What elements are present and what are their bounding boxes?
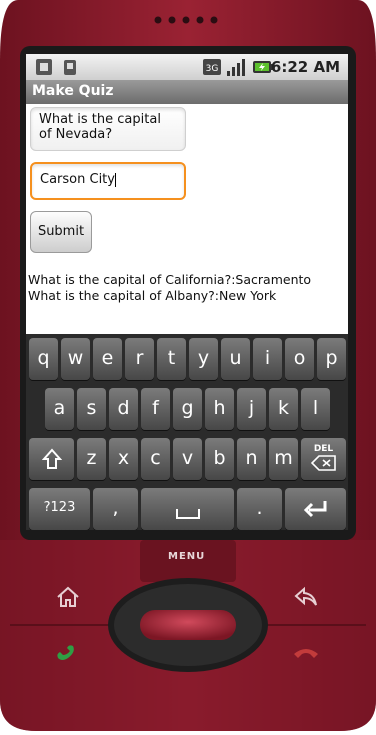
- svg-text:3G: 3G: [206, 64, 219, 74]
- key-i[interactable]: i: [253, 338, 282, 380]
- key-q[interactable]: q: [29, 338, 58, 380]
- back-icon: [294, 586, 317, 606]
- key-z[interactable]: z: [77, 438, 106, 480]
- key-x[interactable]: x: [109, 438, 138, 480]
- signal-strength-icon: [227, 59, 245, 76]
- end-call-button[interactable]: [292, 642, 320, 664]
- status-bar: 3G 6:22 AM: [26, 54, 348, 80]
- menu-button[interactable]: MENU: [168, 551, 205, 562]
- key-g[interactable]: g: [173, 388, 202, 430]
- usb-debug-icon: [64, 60, 76, 75]
- key-c[interactable]: c: [141, 438, 170, 480]
- key-j[interactable]: j: [237, 388, 266, 430]
- submit-button[interactable]: Submit: [30, 211, 92, 253]
- output-line: What is the capital of California?:Sacra…: [28, 272, 312, 287]
- home-button[interactable]: [56, 586, 80, 608]
- device-screen: 3G 6:22 AM Make Quiz What is the capital…: [26, 54, 348, 530]
- period-key[interactable]: .: [237, 488, 282, 530]
- key-l[interactable]: l: [301, 388, 330, 430]
- key-s[interactable]: s: [77, 388, 106, 430]
- question-input[interactable]: What is the capital of Nevada?: [30, 107, 186, 151]
- key-f[interactable]: f: [141, 388, 170, 430]
- quiz-output: What is the capital of California?:Sacra…: [28, 272, 311, 304]
- key-t[interactable]: t: [157, 338, 186, 380]
- key-n[interactable]: n: [237, 438, 266, 480]
- symbols-key[interactable]: ?123: [29, 488, 90, 530]
- key-k[interactable]: k: [269, 388, 298, 430]
- key-v[interactable]: v: [173, 438, 202, 480]
- delete-key[interactable]: DEL: [301, 438, 346, 480]
- text-cursor: [114, 172, 116, 187]
- quiz-form: What is the capital of Nevada? Carson Ci…: [26, 104, 348, 334]
- key-e[interactable]: e: [93, 338, 122, 380]
- space-key[interactable]: [141, 488, 234, 530]
- enter-key[interactable]: [285, 488, 346, 530]
- sd-card-icon: [36, 59, 52, 75]
- back-button[interactable]: [294, 586, 318, 608]
- key-r[interactable]: r: [125, 338, 154, 380]
- phone-call-icon: [57, 645, 74, 660]
- key-w[interactable]: w: [61, 338, 90, 380]
- space-icon: [175, 509, 200, 520]
- shift-icon: [41, 448, 62, 469]
- backspace-icon: [310, 455, 336, 471]
- key-d[interactable]: d: [109, 388, 138, 430]
- key-o[interactable]: o: [285, 338, 314, 380]
- soft-keyboard: q w e r t y u i o p a s d f g h j k l z …: [26, 334, 348, 530]
- key-a[interactable]: a: [45, 388, 74, 430]
- call-button[interactable]: [54, 642, 82, 664]
- app-title-bar: Make Quiz: [26, 80, 348, 104]
- home-icon: [57, 586, 79, 607]
- shift-key[interactable]: [29, 438, 74, 480]
- comma-key[interactable]: ,: [93, 488, 138, 530]
- output-line: What is the capital of Albany?:New York: [28, 288, 277, 303]
- key-m[interactable]: m: [269, 438, 298, 480]
- status-time: 6:22 AM: [270, 58, 340, 76]
- answer-input[interactable]: Carson City: [30, 162, 186, 200]
- key-h[interactable]: h: [205, 388, 234, 430]
- enter-icon: [303, 501, 326, 518]
- answer-text: Carson City: [40, 172, 115, 187]
- key-p[interactable]: p: [317, 338, 346, 380]
- key-y[interactable]: y: [189, 338, 218, 380]
- key-u[interactable]: u: [221, 338, 250, 380]
- phone-frame: 3G 6:22 AM Make Quiz What is the capital…: [0, 0, 376, 731]
- app-title: Make Quiz: [32, 83, 114, 99]
- key-b[interactable]: b: [205, 438, 234, 480]
- 3g-icon: 3G: [203, 59, 221, 75]
- end-call-icon: [294, 649, 318, 658]
